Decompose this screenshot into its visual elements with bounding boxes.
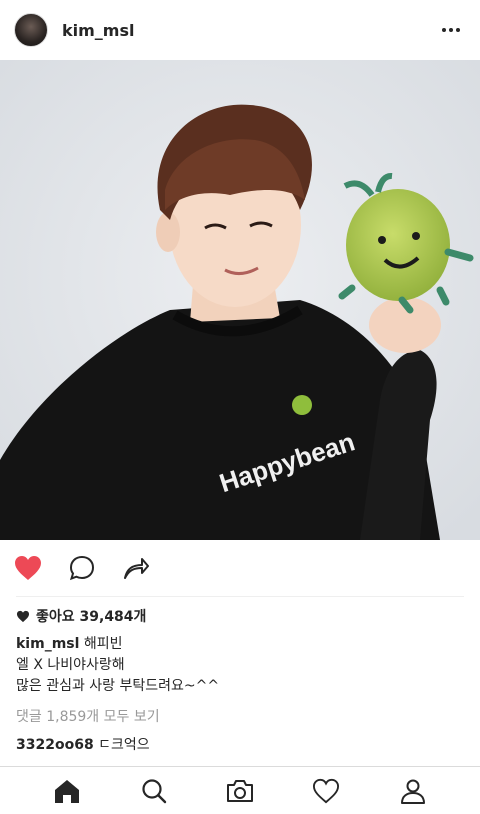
comment-text: ㄷ크억으 (98, 737, 150, 753)
caption-username[interactable]: kim_msl (16, 636, 79, 652)
search-icon[interactable] (134, 771, 174, 811)
likes-label: 좋아요 39,484개 (36, 609, 147, 625)
post-header: kim_msl (0, 0, 480, 60)
heart-icon[interactable] (12, 552, 44, 584)
post-photo-illustration: Happybean (0, 60, 480, 540)
camera-icon[interactable] (220, 771, 260, 811)
home-icon[interactable] (47, 771, 87, 811)
post-username[interactable]: kim_msl (62, 21, 134, 40)
comment-row: 3322oo68 ㄷ크억으 (16, 734, 150, 754)
post-caption: kim_msl 해피빈 엘 X 나비야사랑해 많은 관심과 사랑 부탁드려요~^… (16, 634, 464, 697)
profile-icon[interactable] (393, 771, 433, 811)
actions-divider (16, 596, 464, 597)
caption-line1: 해피빈 (83, 636, 123, 652)
post-photo[interactable]: Happybean (0, 60, 480, 540)
share-icon[interactable] (120, 552, 152, 584)
likes-count[interactable]: 좋아요 39,484개 (16, 606, 146, 626)
more-options-icon[interactable] (436, 15, 466, 45)
comment-icon[interactable] (66, 552, 98, 584)
caption-line2: 엘 X 나비야사랑해 (16, 657, 125, 673)
post-actions (0, 540, 480, 596)
view-all-comments-link[interactable]: 댓글 1,859개 모두 보기 (16, 706, 160, 726)
bottom-tab-bar (0, 766, 480, 814)
caption-line3: 많은 관심과 사랑 부탁드려요~^^ (16, 678, 220, 694)
small-heart-icon (16, 610, 30, 622)
activity-heart-icon[interactable] (306, 771, 346, 811)
avatar[interactable] (14, 13, 48, 47)
comment-username[interactable]: 3322oo68 (16, 737, 94, 753)
